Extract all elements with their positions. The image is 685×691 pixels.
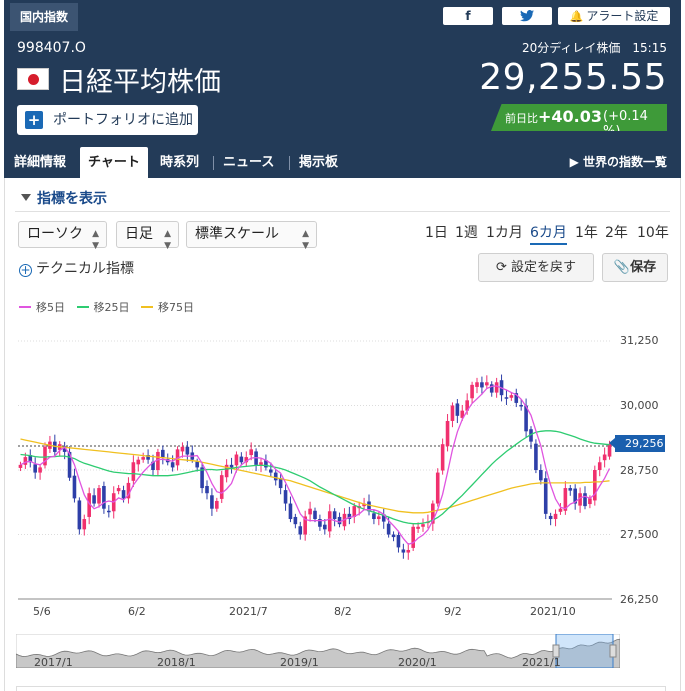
candle-body: [519, 404, 523, 407]
candle-body: [229, 464, 234, 468]
candle-body: [170, 462, 175, 468]
candle-body: [259, 462, 263, 465]
candle-body: [33, 464, 37, 473]
y-tick-label: 30,000: [620, 399, 659, 412]
candle-body: [195, 461, 199, 468]
candle-body: [597, 462, 602, 470]
candle-body: [548, 515, 553, 520]
candle-body: [504, 397, 509, 399]
candle-body: [372, 513, 376, 520]
navigator-handle-right: [609, 644, 617, 658]
candle-body: [131, 462, 136, 481]
candle-body: [269, 469, 273, 473]
y-tick-label: 27,500: [620, 528, 659, 541]
navigator-label: 2020/1: [398, 656, 437, 669]
last-price-marker: 29,256: [609, 435, 665, 452]
candle-body: [97, 488, 101, 504]
candle-body: [121, 490, 126, 499]
candle-body: [234, 454, 239, 466]
price-chart[interactable]: [0, 0, 685, 691]
candle-body: [435, 472, 440, 504]
candle-body: [180, 446, 185, 452]
candle-body: [161, 449, 165, 458]
candle-body: [396, 535, 401, 548]
navigator-selection: [555, 633, 614, 669]
candle-body: [107, 510, 111, 513]
candle-body: [485, 382, 489, 386]
candle-body: [568, 488, 573, 491]
x-tick-label: 5/6: [33, 605, 51, 618]
candle-body: [92, 495, 96, 504]
candle-body: [136, 459, 141, 465]
candle-body: [313, 510, 317, 520]
candle-body: [219, 475, 224, 499]
range-navigator[interactable]: 2017/1 2018/1 2019/1 2020/1 2021/1: [15, 633, 621, 669]
x-tick-label: 2021/7: [229, 605, 268, 618]
y-tick-label: 31,250: [620, 334, 659, 347]
footer-edge: [16, 686, 666, 691]
candle-body: [116, 488, 121, 492]
candle-body: [539, 470, 543, 481]
candle-body: [308, 508, 312, 515]
candle-body: [509, 395, 514, 398]
candle-body: [72, 475, 77, 499]
candle-body: [480, 382, 484, 388]
navigator-label: 2017/1: [34, 656, 73, 669]
candle-body: [421, 524, 425, 527]
x-tick-label: 2021/10: [530, 605, 576, 618]
candle-body: [205, 485, 209, 494]
candle-body: [450, 405, 455, 421]
candle-body: [82, 519, 87, 530]
candle-body: [455, 403, 460, 416]
candle-body: [475, 382, 479, 387]
candle-body: [386, 523, 391, 535]
candle-body: [215, 500, 219, 509]
candle-body: [411, 526, 415, 548]
candle-body: [558, 508, 563, 512]
candle-body: [602, 454, 607, 461]
y-tick-label: 28,750: [620, 464, 659, 477]
candle-body: [273, 472, 278, 481]
navigator-label: 2018/1: [157, 656, 196, 669]
ma75-line: [20, 438, 610, 514]
candle-body: [288, 503, 293, 520]
candle-body: [401, 549, 406, 553]
candle-body: [293, 516, 298, 525]
navigator-label: 2019/1: [280, 656, 319, 669]
candle-body: [588, 498, 592, 505]
candle-body: [445, 420, 450, 447]
candle-body: [141, 457, 145, 460]
candle-body: [543, 478, 548, 514]
candle-body: [553, 513, 558, 520]
candle-body: [406, 549, 411, 553]
candle-body: [249, 449, 253, 456]
x-tick-label: 9/2: [444, 605, 462, 618]
navigator-label: 2021/1: [522, 656, 561, 669]
candle-body: [38, 467, 42, 473]
candle-body: [337, 516, 342, 525]
candle-body: [210, 495, 214, 509]
candle-body: [377, 516, 381, 520]
x-tick-label: 8/2: [334, 605, 352, 618]
candle-body: [185, 446, 190, 455]
candle-body: [440, 444, 445, 471]
candle-body: [332, 511, 337, 520]
candle-body: [298, 526, 303, 535]
candle-body: [102, 485, 106, 509]
candle-body: [323, 524, 327, 530]
candle-body: [470, 384, 474, 399]
candle-body: [583, 493, 587, 507]
candle-body: [534, 443, 538, 470]
y-tick-label: 26,250: [620, 593, 659, 606]
candle-body: [416, 526, 420, 529]
candle-body: [77, 500, 82, 530]
candle-body: [489, 384, 494, 393]
candle-body: [239, 456, 244, 463]
candle-body: [327, 511, 332, 532]
candle-body: [494, 382, 499, 393]
candle-body: [283, 490, 288, 504]
candle-body: [18, 464, 23, 468]
x-tick-label: 6/2: [128, 605, 146, 618]
candle-body: [391, 534, 396, 538]
